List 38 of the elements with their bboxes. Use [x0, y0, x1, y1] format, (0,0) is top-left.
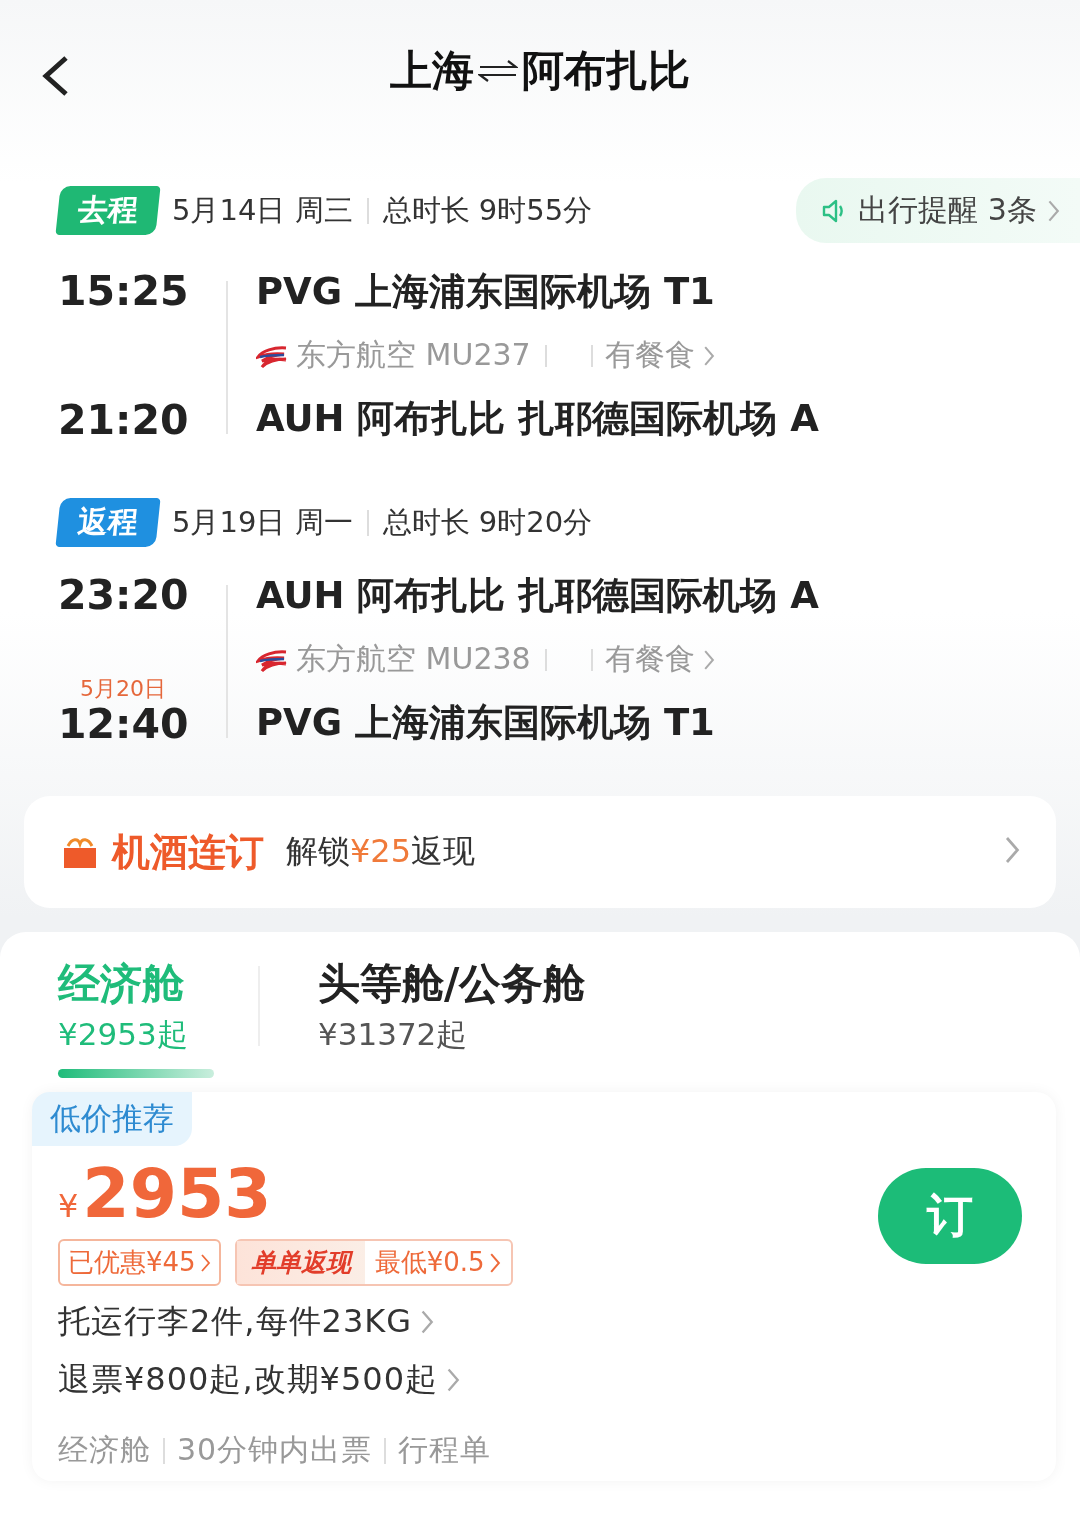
total-duration: 总时长 9时55分: [382, 191, 593, 229]
meal-info[interactable]: 有餐食: [604, 335, 695, 376]
flight-date: 5月19日 周一: [172, 503, 353, 541]
arrival-time: 21:20: [58, 396, 190, 444]
fare-feature: 30分钟内出票: [177, 1431, 373, 1469]
fare-price: ¥2953: [58, 1154, 272, 1233]
total-duration: 总时长 9时20分: [382, 503, 593, 541]
airline-flight: 东方航空 MU237: [296, 336, 531, 374]
cashback-chip[interactable]: 单单返现 最低¥0.5: [234, 1239, 513, 1286]
promo-text: 解锁¥25返现: [286, 831, 476, 872]
departure-airport: PVG 上海浦东国际机场 T1: [256, 269, 716, 315]
airline-flight: 东方航空 MU238: [296, 640, 531, 678]
promo-brand: 机酒连订: [112, 828, 264, 876]
origin-city: 上海: [390, 45, 474, 97]
arrival-airport: AUH 阿布扎比 扎耶德国际机场 A: [256, 396, 820, 442]
reminder-text: 出行提醒 3条: [858, 191, 1037, 229]
fare-rule[interactable]: 托运行李2件,每件23KG: [58, 1300, 413, 1344]
discount-chip[interactable]: 已优惠¥45: [58, 1239, 221, 1286]
trip-badge: 去程: [55, 186, 161, 235]
flight-date: 5月14日 周三: [172, 191, 353, 229]
departure-time: 15:25: [58, 267, 190, 315]
departure-airport: AUH 阿布扎比 扎耶德国际机场 A: [256, 573, 820, 619]
arrival-time: 12:40: [58, 700, 190, 748]
promo-banner[interactable]: 机酒连订 解锁¥25返现: [24, 796, 1056, 908]
cabin-tab[interactable]: 经济舱 ¥2953起: [58, 956, 258, 1078]
fare-feature: 行程单: [398, 1431, 492, 1469]
travel-reminder[interactable]: 出行提醒 3条: [796, 178, 1080, 243]
arrival-airport: PVG 上海浦东国际机场 T1: [256, 700, 716, 746]
low-price-tag: 低价推荐: [32, 1092, 192, 1146]
cabin-tab[interactable]: 头等舱/公务舱 ¥31372起: [318, 956, 586, 1078]
fare-feature: 经济舱: [58, 1431, 151, 1469]
destination-city: 阿布扎比: [522, 45, 690, 97]
departure-time: 23:20: [58, 571, 190, 619]
book-button[interactable]: 订: [878, 1168, 1022, 1264]
fare-rule[interactable]: 退票¥800起,改期¥500起: [58, 1358, 439, 1402]
arrival-date: 5月20日: [80, 675, 167, 703]
meal-info[interactable]: 有餐食: [604, 639, 695, 680]
trip-badge: 返程: [55, 498, 161, 547]
